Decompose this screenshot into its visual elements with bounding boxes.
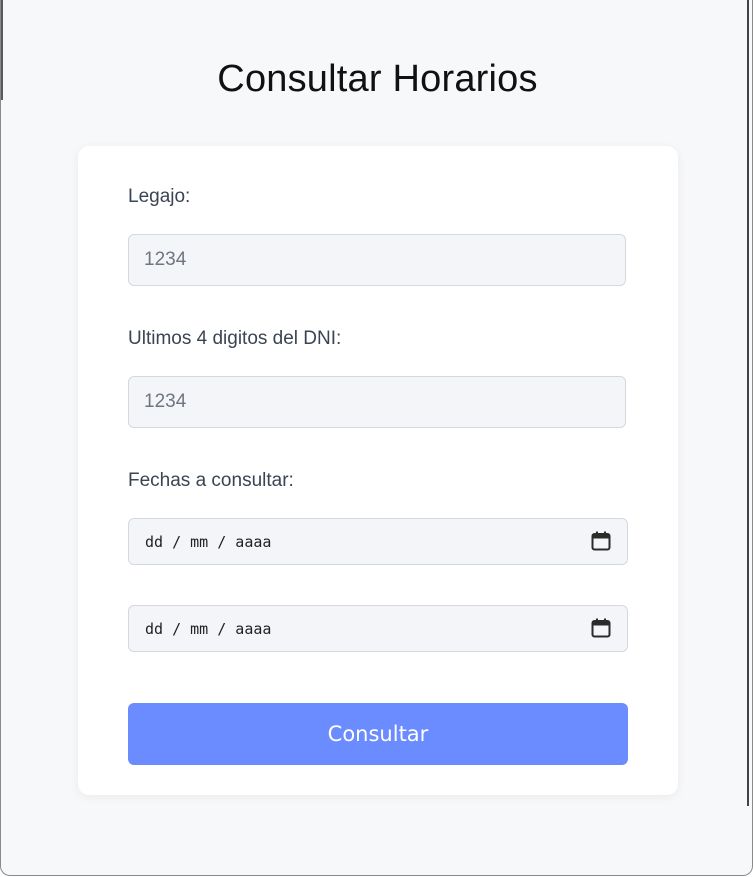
- date-to-input[interactable]: dd / mm / aaaa: [128, 605, 628, 652]
- consultar-button[interactable]: Consultar: [128, 703, 628, 765]
- date-from-placeholder: dd / mm / aaaa: [145, 533, 272, 551]
- calendar-icon[interactable]: [591, 618, 611, 638]
- scrollbar[interactable]: [747, 0, 749, 806]
- dni-label: Ultimos 4 digitos del DNI:: [128, 328, 342, 349]
- calendar-icon[interactable]: [591, 531, 611, 551]
- legajo-input[interactable]: [128, 234, 626, 286]
- date-to-placeholder: dd / mm / aaaa: [145, 620, 272, 638]
- date-from-input[interactable]: dd / mm / aaaa: [128, 518, 628, 565]
- legajo-label: Legajo:: [128, 186, 191, 207]
- app-window: Consultar Horarios Legajo: Ultimos 4 dig…: [0, 0, 753, 876]
- fechas-label: Fechas a consultar:: [128, 470, 294, 491]
- page-title: Consultar Horarios: [217, 58, 538, 100]
- schedule-query-form: Legajo: Ultimos 4 digitos del DNI: Fecha…: [78, 146, 678, 795]
- dni-input[interactable]: [128, 376, 626, 428]
